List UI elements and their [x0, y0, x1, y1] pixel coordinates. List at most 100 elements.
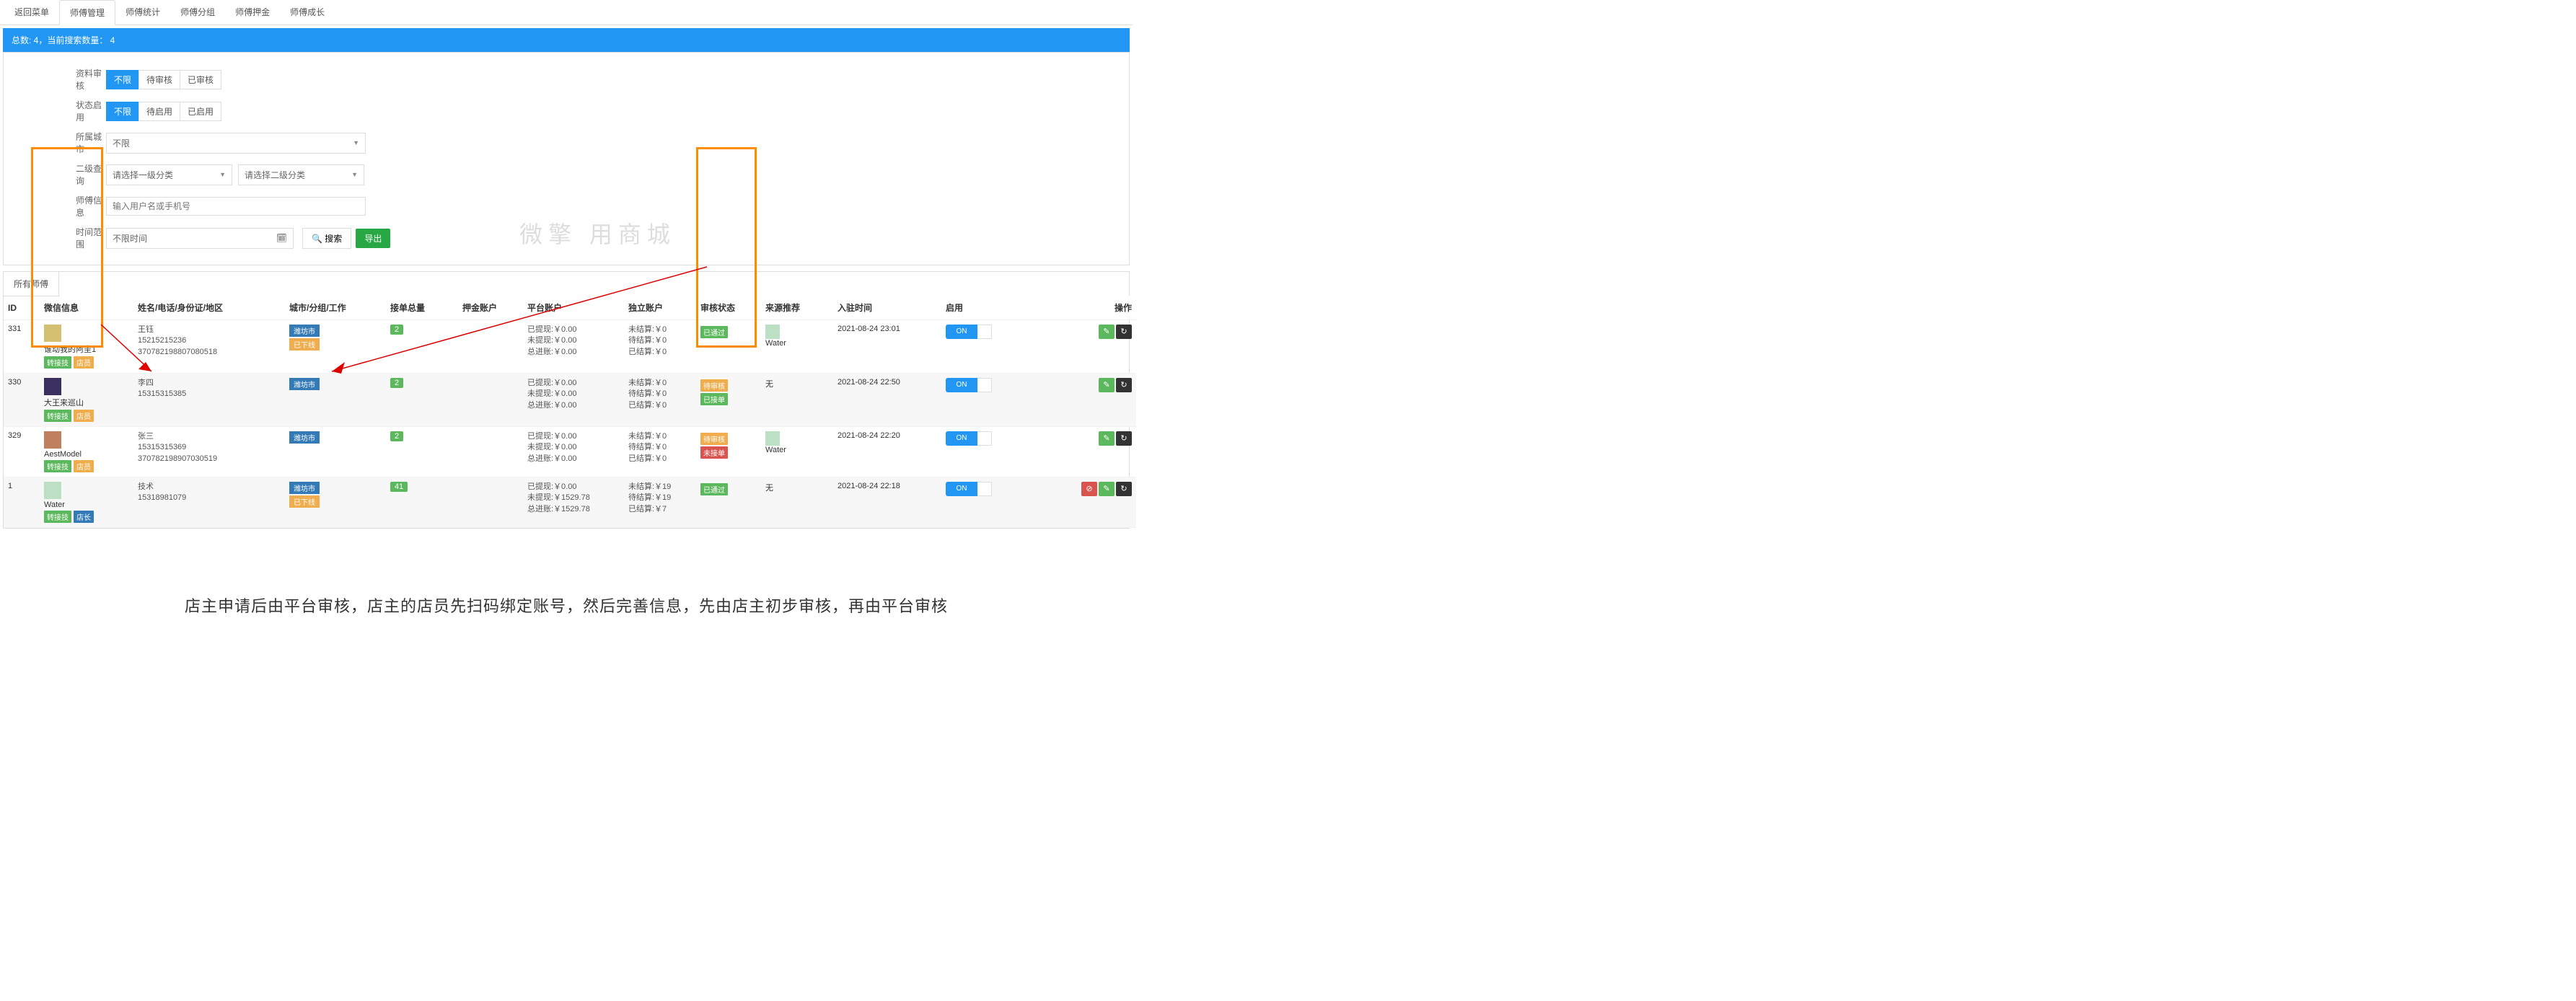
city-tag: 潍坊市 [289, 325, 320, 337]
table-header-row: ID微信信息姓名/电话/身份证/地区城市/分组/工作接单总量押金账户平台账户独立… [4, 296, 1136, 320]
filter-option[interactable]: 不限 [106, 102, 139, 121]
toggle-track[interactable] [977, 325, 992, 339]
cell-audit: 已通过 [696, 320, 761, 374]
op-button[interactable]: ✎ [1099, 325, 1115, 339]
masters-table: ID微信信息姓名/电话/身份证/地区城市/分组/工作接单总量押金账户平台账户独立… [4, 296, 1136, 528]
toggle-track[interactable] [977, 431, 992, 446]
table-row: 331谁动我的阿圭1转接技 店员王钰1521521523637078219880… [4, 320, 1136, 374]
city-select[interactable]: 不限 ▼ [106, 133, 366, 154]
toggle-track[interactable] [977, 378, 992, 392]
wx-badge: 转接技 [44, 511, 71, 523]
cell-enable: ON [941, 427, 1057, 477]
subtab-all-masters[interactable]: 所有师傅 [4, 272, 59, 296]
wx-badge: 店长 [74, 511, 94, 523]
audit-badge: 未接单 [700, 446, 728, 459]
avatar [44, 325, 61, 342]
name-lines: 李四15315315385 [138, 378, 281, 400]
platform-text: 已提现:￥0.00未提现:￥0.00总进账:￥0.00 [527, 431, 620, 464]
city-tag: 潍坊市 [289, 378, 320, 390]
filter-option[interactable]: 已启用 [180, 102, 221, 121]
enable-toggle[interactable]: ON [946, 431, 977, 446]
col-header: 姓名/电话/身份证/地区 [133, 296, 285, 320]
table-row: 1Water转接技 店长技术15318981079潍坊市已下线41已提现:￥0.… [4, 477, 1136, 528]
platform-text: 已提现:￥0.00未提现:￥1529.78总进账:￥1529.78 [527, 482, 620, 515]
name-lines: 王钰15215215236370782198807080518 [138, 325, 281, 358]
platform-text: 已提现:￥0.00未提现:￥0.00总进账:￥0.00 [527, 378, 620, 411]
src-name: Water [765, 339, 786, 348]
op-button[interactable]: ⊘ [1081, 482, 1097, 496]
cell-time: 2021-08-24 22:18 [833, 477, 941, 528]
subtab-bar: 所有师傅 [3, 271, 1130, 296]
cell-platform: 已提现:￥0.00未提现:￥0.00总进账:￥0.00 [523, 427, 624, 477]
indep-text: 未结算:￥0待结算:￥0已结算:￥0 [628, 378, 692, 411]
cell-wechat: 大王来巡山转接技 店员 [40, 374, 133, 427]
src-name: 无 [765, 484, 773, 493]
main-tab-1[interactable]: 师傅管理 [59, 0, 115, 25]
op-button[interactable]: ↻ [1116, 482, 1132, 496]
op-button[interactable]: ↻ [1116, 378, 1132, 392]
main-tab-5[interactable]: 师傅成长 [280, 0, 335, 25]
op-button[interactable]: ↻ [1116, 431, 1132, 446]
calendar-icon: 🗓 [276, 233, 287, 243]
cell-deposit [458, 320, 523, 374]
src-name: Water [765, 446, 786, 454]
op-button[interactable]: ✎ [1099, 378, 1115, 392]
cell-enable: ON [941, 374, 1057, 427]
page-root: 返回菜单师傅管理师傅统计师傅分组师傅押金师傅成长 总数: 4，当前搜索数量： 4… [0, 0, 1133, 617]
order-count: 41 [390, 482, 408, 492]
cell-city: 潍坊市 [285, 427, 386, 477]
audit-btn-group: 不限待审核已审核 [106, 70, 221, 89]
main-tab-0[interactable]: 返回菜单 [4, 0, 59, 25]
cell-orders: 41 [386, 477, 458, 528]
filter-option[interactable]: 已审核 [180, 70, 221, 89]
cell-orders: 2 [386, 320, 458, 374]
cell-enable: ON [941, 477, 1057, 528]
enable-toggle[interactable]: ON [946, 325, 977, 339]
filter-option[interactable]: 不限 [106, 70, 139, 89]
city-select-value: 不限 [113, 137, 130, 149]
cat1-value: 请选择一级分类 [113, 169, 173, 181]
search-button[interactable]: 🔍 搜索 [302, 228, 351, 249]
cat1-select[interactable]: 请选择一级分类 ▼ [106, 164, 232, 185]
op-button[interactable]: ↻ [1116, 325, 1132, 339]
cat2-select[interactable]: 请选择二级分类 ▼ [238, 164, 364, 185]
filter-option[interactable]: 待启用 [139, 102, 180, 121]
cell-wechat: 谁动我的阿圭1转接技 店员 [40, 320, 133, 374]
main-tab-3[interactable]: 师傅分组 [170, 0, 225, 25]
wx-name: 谁动我的阿圭1 [44, 343, 129, 355]
cell-audit: 待审核未接单 [696, 427, 761, 477]
caption: 店主申请后由平台审核，店主的店员先扫码绑定账号，然后完善信息，先由店主初步审核，… [0, 594, 1133, 617]
cell-platform: 已提现:￥0.00未提现:￥1529.78总进账:￥1529.78 [523, 477, 624, 528]
city-tag: 潍坊市 [289, 482, 320, 494]
col-header: 启用 [941, 296, 1057, 320]
op-button[interactable]: ✎ [1099, 431, 1115, 446]
main-tab-4[interactable]: 师傅押金 [225, 0, 280, 25]
summary-bar: 总数: 4，当前搜索数量： 4 [3, 28, 1130, 52]
enable-toggle[interactable]: ON [946, 378, 977, 392]
cell-id: 1 [4, 477, 40, 528]
cell-indep: 未结算:￥0待结算:￥0已结算:￥0 [624, 374, 696, 427]
name-lines: 技术15318981079 [138, 482, 281, 504]
enable-toggle[interactable]: ON [946, 482, 977, 496]
master-info-input[interactable] [106, 197, 366, 216]
cell-id: 330 [4, 374, 40, 427]
cell-platform: 已提现:￥0.00未提现:￥0.00总进账:￥0.00 [523, 374, 624, 427]
filter-label-enable: 状态启用 [76, 99, 102, 123]
filter-option[interactable]: 待审核 [139, 70, 180, 89]
city-tag: 潍坊市 [289, 431, 320, 444]
filter-label-audit: 资料审核 [76, 67, 102, 92]
wx-badge: 转接技 [44, 410, 71, 422]
avatar [44, 482, 61, 499]
cell-city: 潍坊市 [285, 374, 386, 427]
chevron-down-icon: ▼ [353, 139, 359, 146]
time-range-picker[interactable]: 不限时间 🗓 [106, 228, 294, 249]
export-button[interactable]: 导出 [356, 229, 390, 248]
main-tab-2[interactable]: 师傅统计 [115, 0, 170, 25]
cell-deposit [458, 477, 523, 528]
wx-badge: 店员 [74, 356, 94, 369]
toggle-track[interactable] [977, 482, 992, 496]
col-header: 审核状态 [696, 296, 761, 320]
op-button[interactable]: ✎ [1099, 482, 1115, 496]
filter-label-info: 师傅信息 [76, 194, 102, 219]
src-avatar [765, 431, 780, 446]
